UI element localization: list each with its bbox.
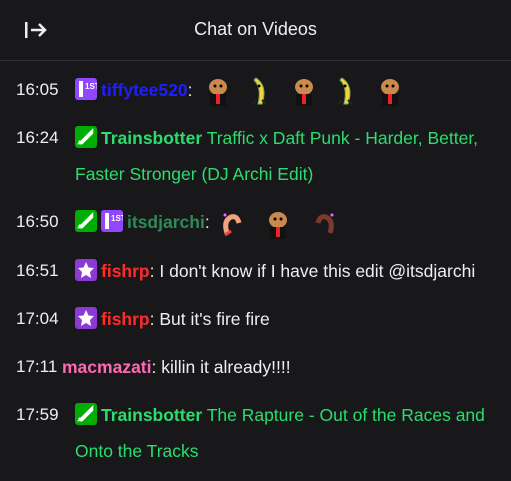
colon: : xyxy=(151,356,157,377)
moderator-badge-icon[interactable] xyxy=(75,402,97,425)
colon: : xyxy=(187,80,193,100)
chat-message: 16:50 1ST itsdjarchi: xyxy=(16,204,496,240)
banana-emote-icon[interactable] xyxy=(330,74,364,108)
chat-header: Chat on Videos xyxy=(0,0,511,61)
dog-emote-icon[interactable] xyxy=(201,74,235,108)
banana-emote-icon[interactable] xyxy=(244,74,278,108)
colon: : xyxy=(149,308,155,329)
chat-message: 17:11 macmazati: killin it already!!!! xyxy=(16,349,496,385)
chat-message: 17:04 fishrp: But it's fire fire xyxy=(16,301,496,337)
message-text: I don't know if I have this edit @itsdja… xyxy=(159,260,476,281)
username[interactable]: macmazati xyxy=(62,357,152,377)
message-text: killin it already!!!! xyxy=(161,356,291,377)
chat-message: 16:24 Trainsbotter Traffic x Daft Punk -… xyxy=(16,120,496,192)
username[interactable]: Trainsbotter xyxy=(101,405,202,425)
moderator-badge-icon[interactable] xyxy=(75,210,97,233)
chat-title: Chat on Videos xyxy=(194,19,317,39)
timestamp: 17:04 xyxy=(16,308,59,328)
message-text: But it's fire fire xyxy=(159,308,270,329)
chat-message: 16:51 fishrp: I don't know if I have thi… xyxy=(16,253,496,289)
chat-messages: 16:05 1ST tiffytee520: 16:24 Trainsbotte… xyxy=(16,72,496,481)
username[interactable]: fishrp xyxy=(101,261,150,281)
dog-emote-icon[interactable] xyxy=(287,74,321,108)
subscriber-badge-icon[interactable]: 1ST xyxy=(101,210,123,233)
chat-message: 16:05 1ST tiffytee520: xyxy=(16,72,496,108)
username[interactable]: Trainsbotter xyxy=(101,128,202,148)
heart-hand-left-emote-icon[interactable] xyxy=(219,207,253,241)
timestamp: 16:24 xyxy=(16,128,59,148)
username[interactable]: itsdjarchi xyxy=(127,212,205,232)
emote-row xyxy=(197,77,407,107)
emote-row xyxy=(215,211,339,239)
heart-hand-right-emote-icon[interactable] xyxy=(304,207,338,241)
colon: : xyxy=(204,212,210,233)
dog-emote-icon[interactable] xyxy=(261,207,295,241)
timestamp: 17:11 xyxy=(16,356,58,376)
svg-text:1ST: 1ST xyxy=(85,82,97,91)
timestamp: 16:51 xyxy=(16,260,59,280)
star-badge-icon[interactable] xyxy=(75,306,97,329)
username[interactable]: fishrp xyxy=(101,309,150,329)
timestamp: 17:59 xyxy=(16,404,59,424)
timestamp: 16:05 xyxy=(16,80,59,99)
star-badge-icon[interactable] xyxy=(75,258,97,281)
subscriber-badge-icon[interactable]: 1ST xyxy=(75,78,97,100)
svg-text:1ST: 1ST xyxy=(111,214,123,223)
chat-message: 17:59 Trainsbotter The Rapture - Out of … xyxy=(16,397,496,469)
dog-emote-icon[interactable] xyxy=(373,74,407,108)
username[interactable]: tiffytee520 xyxy=(101,80,188,100)
moderator-badge-icon[interactable] xyxy=(75,126,97,149)
timestamp: 16:50 xyxy=(16,212,59,232)
colon: : xyxy=(149,260,155,281)
